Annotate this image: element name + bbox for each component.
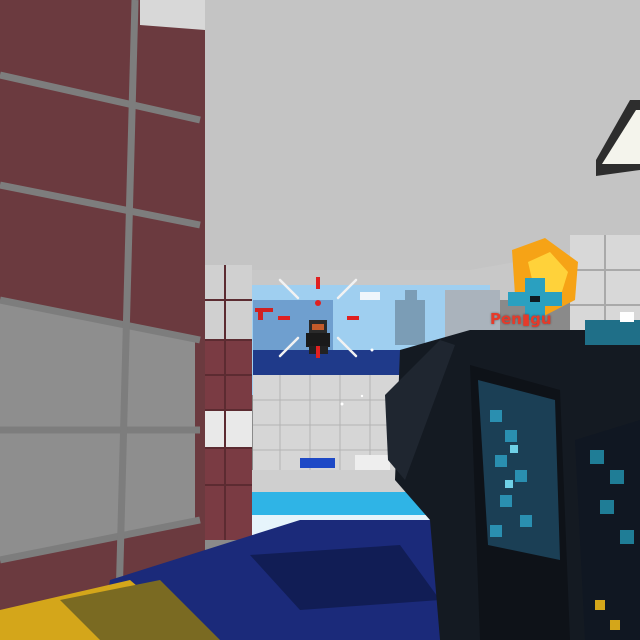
game-viewport[interactable]: Pen▮gu [0,0,640,640]
distant-building [395,300,425,345]
enemy-nametag: Pen▮gu [490,310,552,328]
left-pillar [0,0,205,640]
ceiling-panel [190,0,640,270]
blue-bench [300,458,335,468]
